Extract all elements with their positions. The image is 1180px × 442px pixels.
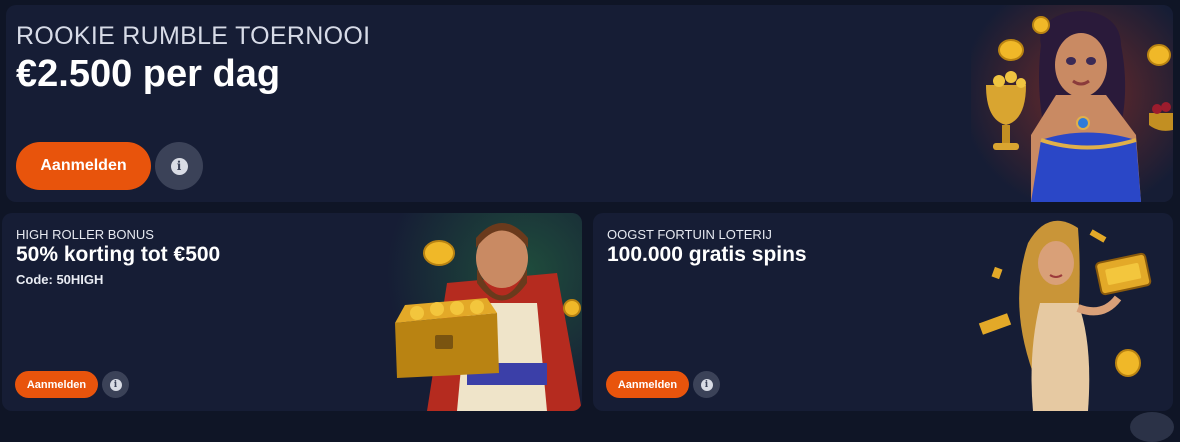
king-treasure-illustration <box>387 213 582 411</box>
info-icon: i <box>170 157 188 175</box>
promo-info-button[interactable]: i <box>102 371 129 398</box>
info-icon: i <box>700 378 713 391</box>
hero-signup-button[interactable]: Aanmelden <box>16 142 151 190</box>
promo-info-button[interactable]: i <box>693 371 720 398</box>
promo-card-high-roller: HIGH ROLLER BONUS 50% korting tot €500 C… <box>2 213 582 411</box>
promo-code: Code: 50HIGH <box>16 272 104 287</box>
hero-title: €2.500 per dag <box>16 53 281 95</box>
promo-title: 100.000 gratis spins <box>607 243 807 266</box>
sorceress-illustration <box>971 5 1173 202</box>
promo-signup-button[interactable]: Aanmelden <box>15 371 98 398</box>
hero-info-button[interactable]: i <box>155 142 203 190</box>
hero-subtitle: ROOKIE RUMBLE TOERNOOI <box>16 22 371 50</box>
scroll-indicator[interactable] <box>1130 412 1174 442</box>
promo-subtitle: OOGST FORTUIN LOTERIJ <box>607 227 772 242</box>
promo-title: 50% korting tot €500 <box>16 243 221 266</box>
hero-banner: ROOKIE RUMBLE TOERNOOI €2.500 per dag Aa… <box>6 5 1173 202</box>
promo-card-harvest-lottery: OOGST FORTUIN LOTERIJ 100.000 gratis spi… <box>593 213 1173 411</box>
promo-subtitle: HIGH ROLLER BONUS <box>16 227 154 242</box>
golden-lady-illustration <box>978 220 1152 411</box>
info-icon: i <box>109 378 122 391</box>
promo-signup-button[interactable]: Aanmelden <box>606 371 689 398</box>
